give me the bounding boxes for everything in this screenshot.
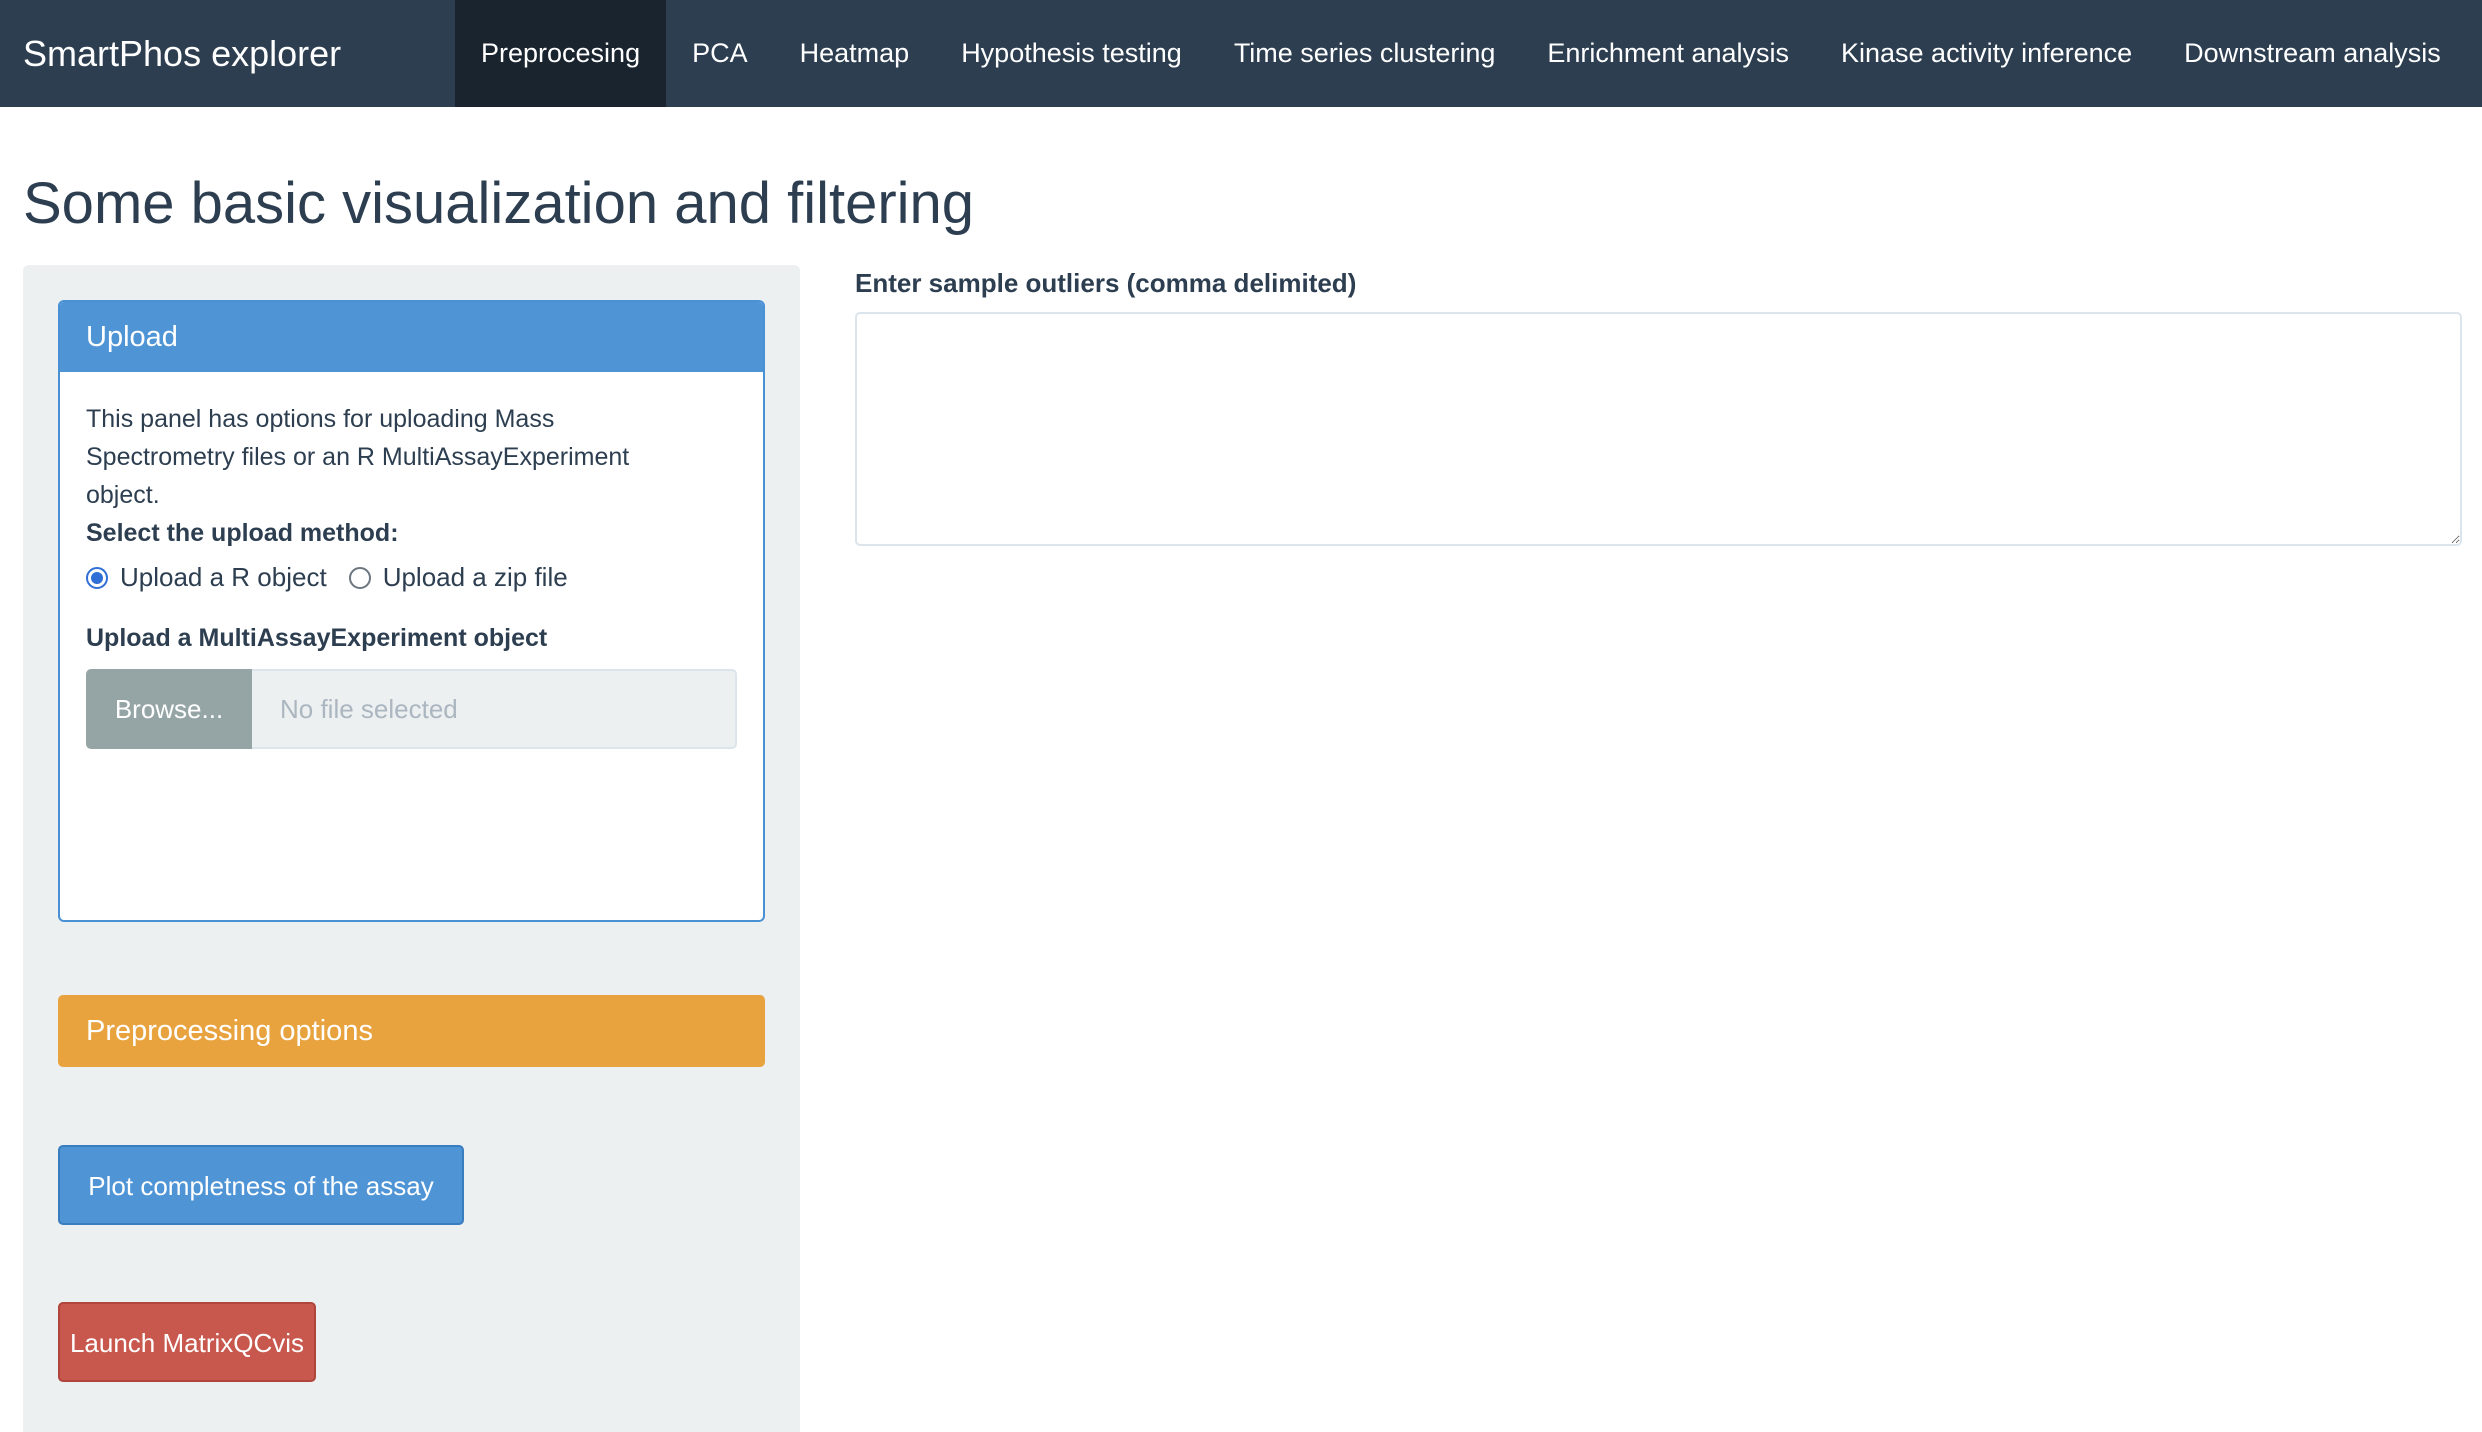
radio-upload-zip-file-label: Upload a zip file [382,562,568,592]
app-brand[interactable]: SmartPhos explorer [0,0,455,107]
sidebar-panel: Upload This panel has options for upload… [23,265,800,1432]
tab-preprocesing[interactable]: Preprocesing [455,0,667,107]
radio-upload-zip-file[interactable]: Upload a zip file [348,562,568,593]
upload-method-radio-group: Upload a R object Upload a zip file [86,562,737,593]
tab-enrichment-analysis[interactable]: Enrichment analysis [1521,0,1815,107]
upload-panel: Upload This panel has options for upload… [58,300,765,922]
tab-heatmap[interactable]: Heatmap [774,0,936,107]
radio-upload-r-object-label: Upload a R object [120,562,327,592]
radio-checked-icon[interactable] [86,566,108,589]
plot-completeness-button[interactable]: Plot completness of the assay [58,1145,464,1225]
tab-downstream-analysis[interactable]: Downstream analysis [2158,0,2467,107]
radio-upload-r-object[interactable]: Upload a R object [86,562,327,593]
upload-panel-description: This panel has options for uploading Mas… [86,405,630,509]
preprocessing-options-panel[interactable]: Preprocessing options [58,995,765,1067]
launch-matrixqcvis-button[interactable]: Launch MatrixQCvis [58,1302,316,1382]
nav-tabs: Preprocesing PCA Heatmap Hypothesis test… [455,0,2467,107]
file-upload-input: Browse... No file selected [86,669,737,749]
browse-button[interactable]: Browse... [86,669,252,749]
tab-time-series-clustering[interactable]: Time series clustering [1208,0,1522,107]
tab-kinase-activity-inference[interactable]: Kinase activity inference [1815,0,2158,107]
upload-panel-body: This panel has options for uploading Mas… [60,372,763,771]
file-upload-label: Upload a MultiAssayExperiment object [86,624,548,652]
upload-panel-heading[interactable]: Upload [60,302,763,372]
sample-outliers-textarea[interactable] [855,312,2462,546]
radio-unchecked-icon[interactable] [348,566,371,589]
sample-outliers-label: Enter sample outliers (comma delimited) [855,268,1357,298]
page-title: Some basic visualization and filtering [23,171,975,236]
file-name-display[interactable]: No file selected [252,669,737,749]
top-navbar: SmartPhos explorer Preprocesing PCA Heat… [0,0,2482,107]
upload-method-label: Select the upload method: [86,519,399,547]
tab-pca[interactable]: PCA [666,0,774,107]
tab-hypothesis-testing[interactable]: Hypothesis testing [935,0,1208,107]
